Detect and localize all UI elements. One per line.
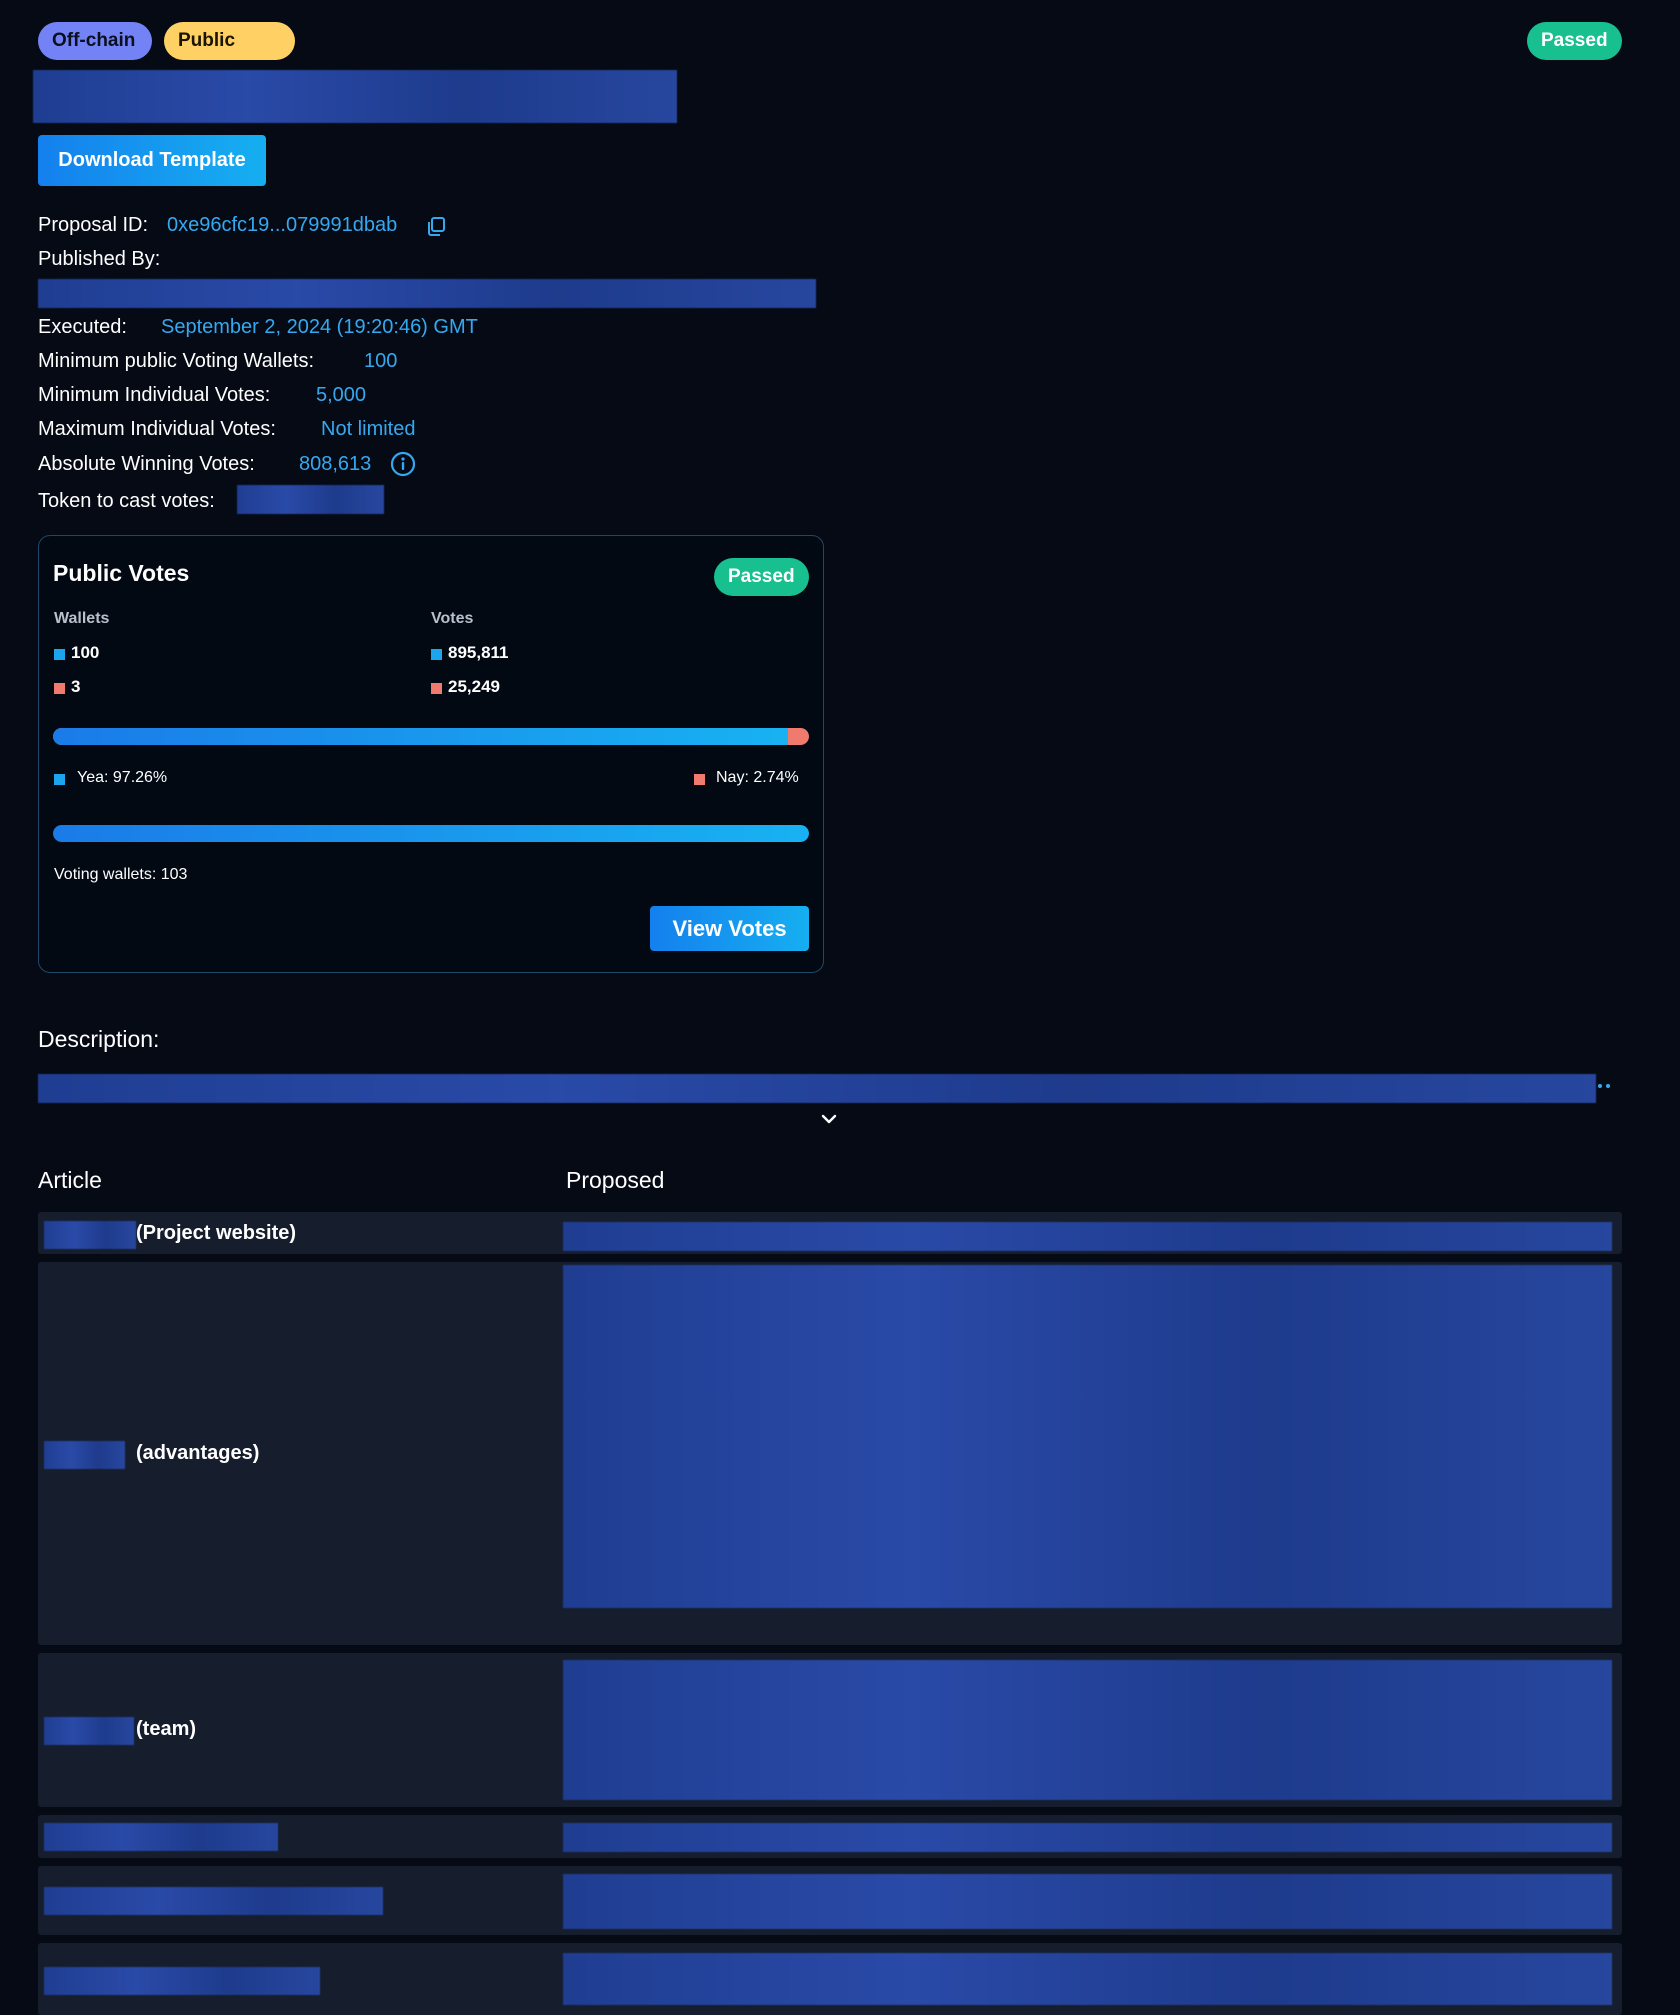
absolute-winning-value: 808,613: [299, 453, 372, 475]
public-votes-status-badge: Passed: [714, 558, 809, 596]
proposal-id-value[interactable]: 0xe96cfc19...079991dbab: [167, 212, 397, 238]
min-wallets-value: 100: [364, 350, 398, 372]
proposed-value-redacted: [563, 1953, 1612, 2005]
wallets-heading: Wallets: [54, 610, 110, 627]
nay-votes-count: 25,249: [448, 677, 500, 696]
nay-wallets-marker: [54, 683, 65, 694]
token-redacted: [237, 485, 384, 514]
article-label: (team): [136, 1718, 197, 1740]
article-label: (advantages): [136, 1442, 260, 1464]
token-label: Token to cast votes:: [38, 490, 215, 512]
min-votes-label: Minimum Individual Votes:: [38, 384, 271, 406]
article-code-redacted: [44, 1221, 136, 1249]
article-code-redacted: [44, 1887, 383, 1915]
article-code-redacted: [44, 1441, 125, 1469]
status-badge: Passed: [1527, 22, 1622, 60]
description-redacted: [38, 1074, 1596, 1103]
yea-progress-fill: [53, 728, 789, 745]
min-wallets-label: Minimum public Voting Wallets:: [38, 350, 315, 372]
copy-icon[interactable]: [425, 215, 447, 237]
nay-legend-marker: [694, 774, 705, 785]
max-votes-value: Not limited: [321, 418, 416, 440]
yea-legend-marker: [54, 774, 65, 785]
download-template-button[interactable]: Download Template: [38, 135, 266, 186]
voting-wallets-count: Voting wallets: 103: [54, 866, 188, 883]
yea-percentage: Yea: 97.26%: [77, 769, 168, 786]
article-label: (Project website): [136, 1222, 297, 1244]
absolute-winning-label: Absolute Winning Votes:: [38, 453, 255, 475]
description-ellipsis: [1598, 1084, 1612, 1090]
votes-heading: Votes: [431, 610, 474, 627]
article-code-redacted: [44, 1717, 134, 1745]
proposed-value-redacted: [563, 1874, 1612, 1929]
chevron-down-icon[interactable]: [818, 1108, 840, 1130]
nay-percentage: Nay: 2.74%: [716, 769, 799, 786]
executed-label: Executed:: [38, 316, 127, 338]
proposed-value-redacted: [563, 1823, 1612, 1852]
max-votes-label: Maximum Individual Votes:: [38, 418, 276, 440]
offchain-badge: Off-chain: [38, 22, 152, 60]
description-label: Description:: [38, 1026, 160, 1052]
min-votes-value: 5,000: [316, 384, 367, 406]
publisher-redacted: [38, 279, 816, 308]
proposed-column-header: Proposed: [566, 1167, 665, 1193]
article-code-redacted: [44, 1823, 278, 1851]
proposed-value-redacted: [563, 1265, 1612, 1608]
article-column-header: Article: [38, 1167, 102, 1193]
executed-value: September 2, 2024 (19:20:46) GMT: [161, 316, 478, 338]
wallets-progress-bar: [53, 825, 809, 842]
proposed-value-redacted: [563, 1660, 1612, 1800]
proposal-id-label: Proposal ID:: [38, 214, 149, 236]
info-icon[interactable]: [390, 451, 416, 477]
nay-votes-marker: [431, 683, 442, 694]
proposal-title-redacted: [33, 70, 677, 123]
proposed-value-redacted: [563, 1222, 1612, 1251]
published-by-label: Published By:: [38, 248, 161, 270]
nay-wallets-count: 3: [71, 677, 81, 696]
yea-nay-progress-bar: [53, 728, 809, 745]
public-votes-title: Public Votes: [53, 560, 190, 586]
view-votes-button[interactable]: View Votes: [650, 906, 809, 951]
yea-wallets-count: 100: [71, 643, 100, 662]
public-only-badge: Public Only: [164, 22, 295, 89]
wallets-progress-fill: [53, 825, 809, 842]
yea-votes-marker: [431, 649, 442, 660]
yea-wallets-marker: [54, 649, 65, 660]
article-code-redacted: [44, 1967, 320, 1995]
yea-votes-count: 895,811: [448, 643, 509, 662]
